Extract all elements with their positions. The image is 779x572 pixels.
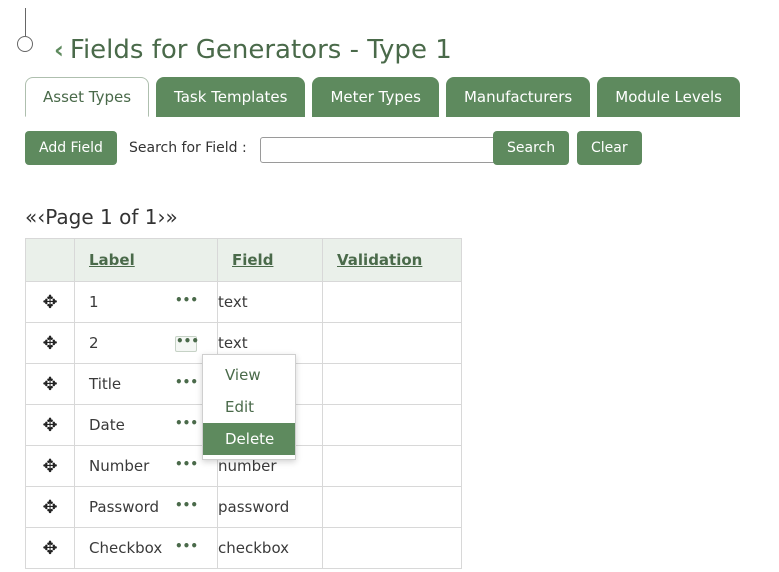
move-icon[interactable]: ✥ xyxy=(42,292,57,313)
header-move xyxy=(25,238,75,282)
move-icon[interactable]: ✥ xyxy=(42,538,57,559)
table-row: ✥ Password ••• password xyxy=(25,486,462,528)
add-field-button[interactable]: Add Field xyxy=(25,131,117,165)
row-field: password xyxy=(217,486,323,528)
more-dots-icon[interactable]: ••• xyxy=(175,458,198,474)
tab-module-levels[interactable]: Module Levels xyxy=(597,77,740,117)
page-indicator: Page 1 of 1 xyxy=(45,205,158,229)
tab-bar: Asset Types Task Templates Meter Types M… xyxy=(25,77,747,117)
row-label: Date xyxy=(89,416,125,434)
search-button[interactable]: Search xyxy=(493,131,570,165)
pagination: «‹Page 1 of 1›» xyxy=(25,205,178,229)
row-label: 2 xyxy=(89,334,99,352)
more-dots-icon[interactable]: ••• xyxy=(175,335,199,352)
tab-manufacturers[interactable]: Manufacturers xyxy=(445,77,591,117)
tab-meter-types[interactable]: Meter Types xyxy=(312,77,439,117)
more-dots-icon[interactable]: ••• xyxy=(175,376,198,392)
row-label: Number xyxy=(89,457,150,475)
tab-asset-types[interactable]: Asset Types xyxy=(25,77,150,117)
menu-item-view[interactable]: View xyxy=(203,359,295,391)
move-icon[interactable]: ✥ xyxy=(42,415,57,436)
more-dots-icon[interactable]: ••• xyxy=(175,417,198,433)
row-validation xyxy=(322,404,462,446)
sort-validation-header[interactable]: Validation xyxy=(323,251,422,269)
more-dots-icon[interactable]: ••• xyxy=(175,540,198,556)
row-validation xyxy=(322,281,462,323)
table-row: ✥ Checkbox ••• checkbox xyxy=(25,527,462,569)
move-icon[interactable]: ✥ xyxy=(42,497,57,518)
back-chevron-icon[interactable]: ‹ xyxy=(54,36,64,64)
clear-button[interactable]: Clear xyxy=(577,131,642,165)
page-title: ‹ Fields for Generators - Type 1 xyxy=(54,30,452,70)
move-icon[interactable]: ✥ xyxy=(42,374,57,395)
menu-item-edit[interactable]: Edit xyxy=(203,391,295,423)
search-field-label: Search for Field : xyxy=(129,140,247,156)
row-validation xyxy=(322,486,462,528)
row-field: checkbox xyxy=(217,527,323,569)
table-header-row: Label Field Validation xyxy=(25,238,462,282)
sort-label-header[interactable]: Label xyxy=(75,251,135,269)
sort-field-header[interactable]: Field xyxy=(218,251,273,269)
page-title-text: Fields for Generators - Type 1 xyxy=(69,35,452,65)
move-icon[interactable]: ✥ xyxy=(42,333,57,354)
table-row: ✥ 1 ••• text xyxy=(25,281,462,323)
row-label: Title xyxy=(89,375,122,393)
move-icon[interactable]: ✥ xyxy=(42,456,57,477)
row-label: Password xyxy=(89,498,160,516)
tree-connector-line xyxy=(25,8,26,36)
row-validation xyxy=(322,445,462,487)
row-context-menu: View Edit Delete xyxy=(202,354,296,460)
tab-task-templates[interactable]: Task Templates xyxy=(156,77,306,117)
more-dots-icon[interactable]: ••• xyxy=(175,294,198,310)
search-input[interactable] xyxy=(260,137,496,163)
tree-node-circle-icon xyxy=(17,36,33,52)
row-label: 1 xyxy=(89,293,99,311)
menu-item-delete[interactable]: Delete xyxy=(203,423,295,455)
row-validation xyxy=(322,527,462,569)
more-dots-icon[interactable]: ••• xyxy=(175,499,198,515)
row-validation xyxy=(322,322,462,364)
first-page-icon[interactable]: « xyxy=(25,205,37,229)
row-validation xyxy=(322,363,462,405)
row-field: text xyxy=(217,281,323,323)
last-page-icon[interactable]: » xyxy=(165,205,177,229)
row-label: Checkbox xyxy=(89,539,163,557)
